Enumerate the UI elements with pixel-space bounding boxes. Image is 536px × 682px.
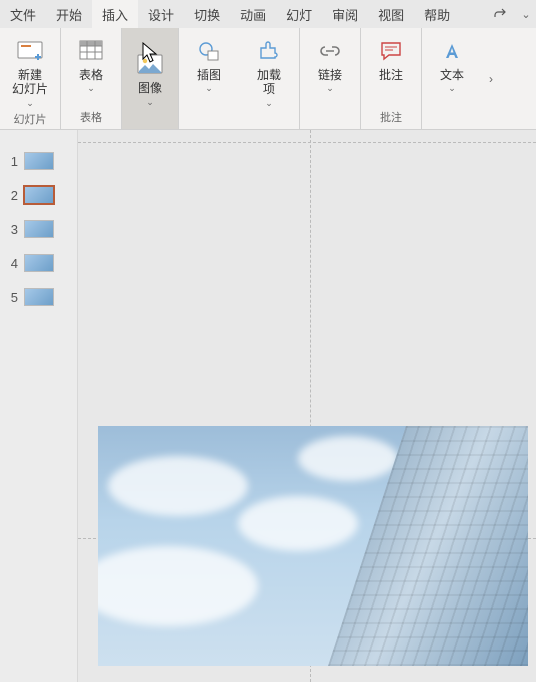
comments-label: 批注 <box>379 68 403 82</box>
thumbnail-row[interactable]: 1 <box>0 144 77 178</box>
tab-design[interactable]: 设计 <box>138 0 184 28</box>
tab-bar: 文件 开始 插入 设计 切换 动画 幻灯 审阅 视图 帮助 ⌄ <box>0 0 536 28</box>
picture-icon <box>137 49 163 79</box>
dropdown-caret-icon: ⌄ <box>265 98 273 109</box>
dropdown-caret-icon: ⌄ <box>326 83 334 94</box>
ribbon-group-label <box>207 113 210 129</box>
thumbnail-preview <box>24 186 54 204</box>
ribbon-group-comments: 批注 批注 <box>361 28 422 129</box>
thumbnail-number: 1 <box>6 154 18 169</box>
ribbon: 新建 幻灯片 ⌄ 幻灯片 表格 ⌄ 表格 图像 ⌄ <box>0 28 536 130</box>
illustrations-label: 插图 <box>197 68 221 82</box>
tab-review[interactable]: 审阅 <box>322 0 368 28</box>
tab-view[interactable]: 视图 <box>368 0 414 28</box>
dropdown-caret-icon: ⌄ <box>87 83 95 94</box>
ribbon-group-slides: 新建 幻灯片 ⌄ 幻灯片 <box>0 28 61 129</box>
table-label: 表格 <box>79 68 103 82</box>
ribbon-group-links-wrap: 链接 ⌄ <box>300 28 361 129</box>
tab-insert[interactable]: 插入 <box>92 0 138 28</box>
addins-icon <box>257 36 281 66</box>
comments-button[interactable]: 批注 <box>365 34 417 84</box>
comment-icon <box>379 36 403 66</box>
ribbon-group-tables: 表格 ⌄ 表格 <box>61 28 122 129</box>
tab-slideshow[interactable]: 幻灯 <box>276 0 322 28</box>
ribbon-group-label: 表格 <box>80 109 102 129</box>
text-button[interactable]: 文本 ⌄ <box>426 34 478 96</box>
thumbnail-row[interactable]: 5 <box>0 280 77 314</box>
ribbon-group-illustrations-wrap: 插图 ⌄ <box>179 28 239 129</box>
guide-horizontal <box>78 142 536 143</box>
text-icon <box>441 36 463 66</box>
ribbon-group-addins-wrap: 加载 项 ⌄ <box>239 28 300 129</box>
cloud-shape <box>108 456 248 516</box>
dropdown-caret-icon: ⌄ <box>146 97 154 108</box>
dropdown-caret-icon: ⌄ <box>26 98 34 109</box>
slide-image-placeholder[interactable] <box>98 426 528 666</box>
tab-home[interactable]: 开始 <box>46 0 92 28</box>
text-label: 文本 <box>440 68 464 82</box>
thumbnail-preview <box>24 288 54 306</box>
thumbnail-row[interactable]: 2 <box>0 178 77 212</box>
thumbnail-preview <box>24 220 54 238</box>
table-icon <box>79 36 103 66</box>
thumbnail-preview <box>24 254 54 272</box>
ribbon-scroll-right[interactable]: › <box>482 28 500 129</box>
links-button[interactable]: 链接 ⌄ <box>304 34 356 96</box>
shapes-icon <box>197 36 221 66</box>
thumbnail-number: 3 <box>6 222 18 237</box>
new-slide-icon <box>16 36 44 66</box>
new-slide-button[interactable]: 新建 幻灯片 ⌄ <box>4 34 56 111</box>
tab-file[interactable]: 文件 <box>0 0 46 28</box>
tab-transitions[interactable]: 切换 <box>184 0 230 28</box>
dropdown-caret-icon: ⌄ <box>448 83 456 94</box>
share-button[interactable] <box>484 0 516 28</box>
thumbnail-number: 4 <box>6 256 18 271</box>
main-area: 1 2 3 4 5 <box>0 130 536 682</box>
ribbon-group-label <box>450 113 453 129</box>
addins-label: 加载 项 <box>257 68 281 97</box>
links-label: 链接 <box>318 68 342 82</box>
addins-button[interactable]: 加载 项 ⌄ <box>243 34 295 111</box>
thumbnail-preview <box>24 152 54 170</box>
dropdown-caret-icon: ⌄ <box>205 83 213 94</box>
ribbon-group-text-wrap: 文本 ⌄ <box>422 28 482 129</box>
slide-canvas[interactable] <box>78 130 536 682</box>
ribbon-group-label <box>267 113 270 129</box>
new-slide-label: 新建 幻灯片 <box>12 68 48 97</box>
ribbon-group-images: 图像 ⌄ <box>122 28 179 129</box>
cloud-shape <box>238 496 358 551</box>
ribbon-group-label: 批注 <box>380 109 402 129</box>
images-button[interactable]: 图像 ⌄ <box>122 28 178 129</box>
thumbnail-row[interactable]: 4 <box>0 246 77 280</box>
ribbon-group-label <box>328 113 331 129</box>
tab-help[interactable]: 帮助 <box>414 0 460 28</box>
cloud-shape <box>298 436 398 481</box>
illustrations-button[interactable]: 插图 ⌄ <box>183 34 235 96</box>
thumbnail-number: 2 <box>6 188 18 203</box>
thumbnail-row[interactable]: 3 <box>0 212 77 246</box>
table-button[interactable]: 表格 ⌄ <box>65 34 117 96</box>
link-icon <box>317 36 343 66</box>
ribbon-collapse-button[interactable]: ⌄ <box>516 0 536 28</box>
ribbon-group-label: 幻灯片 <box>14 111 47 131</box>
images-label: 图像 <box>138 81 162 95</box>
share-icon <box>492 6 508 22</box>
tab-animations[interactable]: 动画 <box>230 0 276 28</box>
slide-thumbnail-panel[interactable]: 1 2 3 4 5 <box>0 130 78 682</box>
thumbnail-number: 5 <box>6 290 18 305</box>
